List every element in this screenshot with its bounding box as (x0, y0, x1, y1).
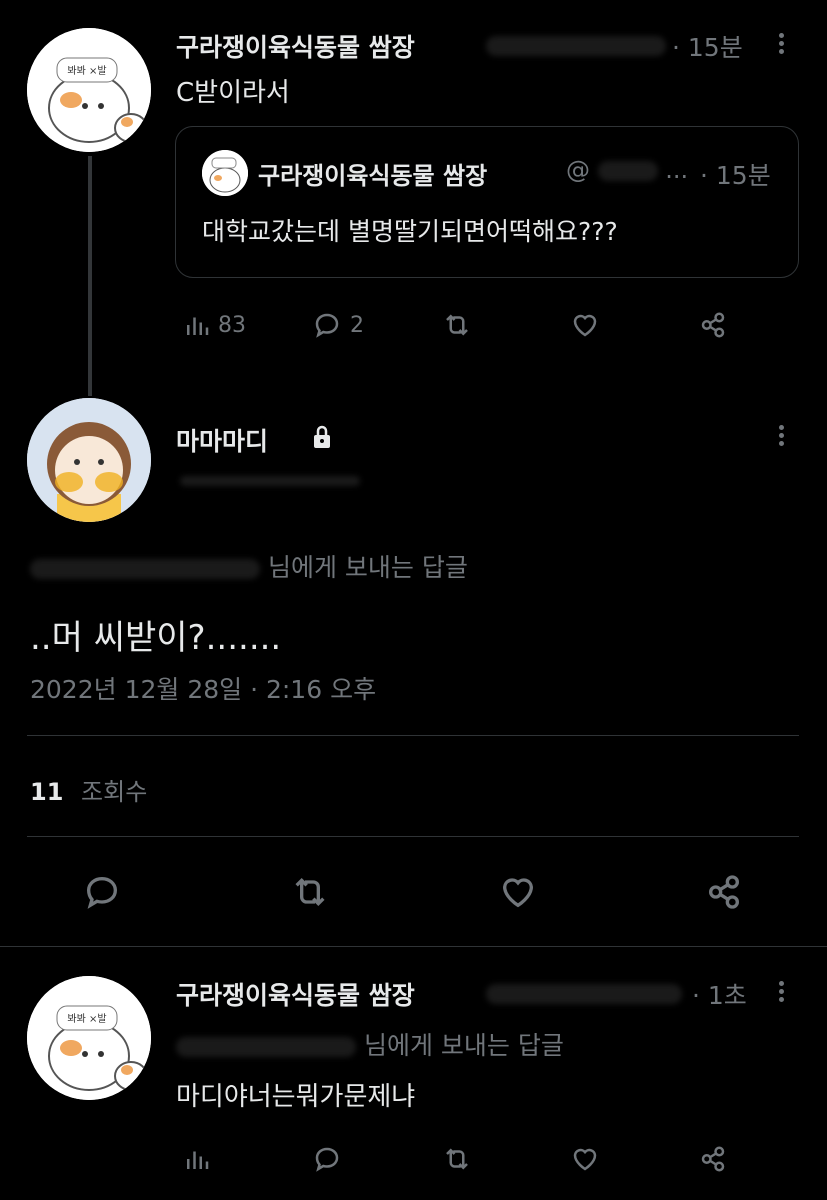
like-button[interactable] (568, 310, 602, 340)
reply-more-icon[interactable] (776, 978, 786, 1005)
views-label: 조회수 (81, 778, 148, 806)
reply-button[interactable]: 2 (310, 310, 364, 340)
parent-time[interactable]: · 15분 (672, 28, 743, 64)
share-icon (701, 312, 725, 338)
divider-2 (27, 836, 799, 837)
reply-reply-to-suffix: 님에게 보내는 답글 (363, 1031, 564, 1060)
reply-share-button[interactable] (696, 1144, 730, 1174)
like-icon (573, 314, 597, 337)
share-icon (701, 1146, 725, 1172)
reply-like-button[interactable] (568, 1144, 602, 1174)
like-icon (502, 878, 534, 908)
reply-count: 2 (350, 312, 364, 338)
avatar-sign-text: 봐봐 ×발 (67, 1013, 106, 1025)
like-icon (573, 1148, 597, 1171)
divider-3 (0, 946, 827, 947)
reply-to-suffix: 님에게 보내는 답글 (267, 553, 468, 582)
avatar-parent[interactable]: 봐봐 ×발 (27, 28, 151, 152)
reply-icon (315, 1147, 339, 1172)
reply-author-name[interactable]: 구라쟁이육식동물 쌈장 (176, 976, 415, 1012)
avatar-reply[interactable]: 봐봐 ×발 (27, 976, 151, 1100)
quote-text: 대학교갔는데 별명딸기되면어떡해요??? (202, 217, 618, 246)
reply-retweet-button[interactable] (440, 1144, 474, 1174)
retweet-button[interactable] (440, 310, 474, 340)
share-button[interactable] (696, 310, 730, 340)
main-author-name[interactable]: 마마마디 (176, 422, 268, 458)
parent-handle-redacted (486, 36, 666, 56)
views-number: 11 (30, 778, 64, 806)
lock-icon (310, 424, 334, 454)
parent-more-icon[interactable] (776, 30, 786, 57)
main-more-icon[interactable] (776, 422, 786, 449)
analytics-button[interactable]: 83 (182, 310, 246, 340)
divider-1 (27, 735, 799, 736)
views-summary[interactable]: 11 조회수 (30, 772, 147, 807)
reply-reply-to[interactable]: 님에게 보내는 답글 (176, 1026, 564, 1062)
main-share-button[interactable] (702, 872, 746, 912)
share-icon (709, 875, 739, 909)
parent-text: C받이라서 (176, 78, 290, 108)
main-timestamp[interactable]: 2022년 12월 28일 · 2:16 오후 (30, 670, 376, 706)
quote-handle: @ ... (566, 156, 688, 184)
main-like-button[interactable] (496, 872, 540, 912)
quote-card[interactable] (175, 126, 799, 278)
thread-line (88, 156, 92, 396)
reply-icon (315, 313, 339, 338)
quote-avatar (202, 150, 248, 196)
quote-author-name: 구라쟁이육식동물 쌈장 (258, 162, 488, 190)
quote-handle-hint: @ (566, 156, 590, 184)
retweet-icon (446, 1148, 468, 1170)
main-reply-button[interactable] (80, 872, 124, 912)
reply-text: 마디야너는뭐가문제냐 (176, 1082, 416, 1112)
reply-analytics-button[interactable] (182, 1144, 212, 1174)
retweet-icon (295, 877, 325, 907)
quote-time: · 15분 (700, 161, 771, 190)
avatar-sign-text: 봐봐 ×발 (67, 65, 106, 77)
analytics-icon (187, 1151, 209, 1169)
retweet-icon (446, 314, 468, 336)
parent-author-name[interactable]: 구라쟁이육식동물 쌈장 (176, 28, 415, 64)
main-reply-to[interactable]: 님에게 보내는 답글 (30, 548, 468, 584)
quote-handle-tail: ... (665, 156, 689, 184)
avatar-main[interactable] (27, 398, 151, 522)
reply-handle-redacted (486, 984, 682, 1004)
analytics-icon (187, 317, 209, 335)
reply-time[interactable]: · 1초 (692, 976, 747, 1012)
reply-to-handle-redacted (176, 1037, 356, 1057)
main-retweet-button[interactable] (288, 872, 332, 912)
reply-icon (86, 876, 118, 909)
views-count: 83 (218, 312, 246, 338)
main-text: ..머 씨받이?....... (30, 618, 282, 658)
main-handle-redacted (180, 476, 360, 486)
reply-reply-button[interactable] (310, 1144, 344, 1174)
reply-to-handle-redacted (30, 559, 260, 579)
